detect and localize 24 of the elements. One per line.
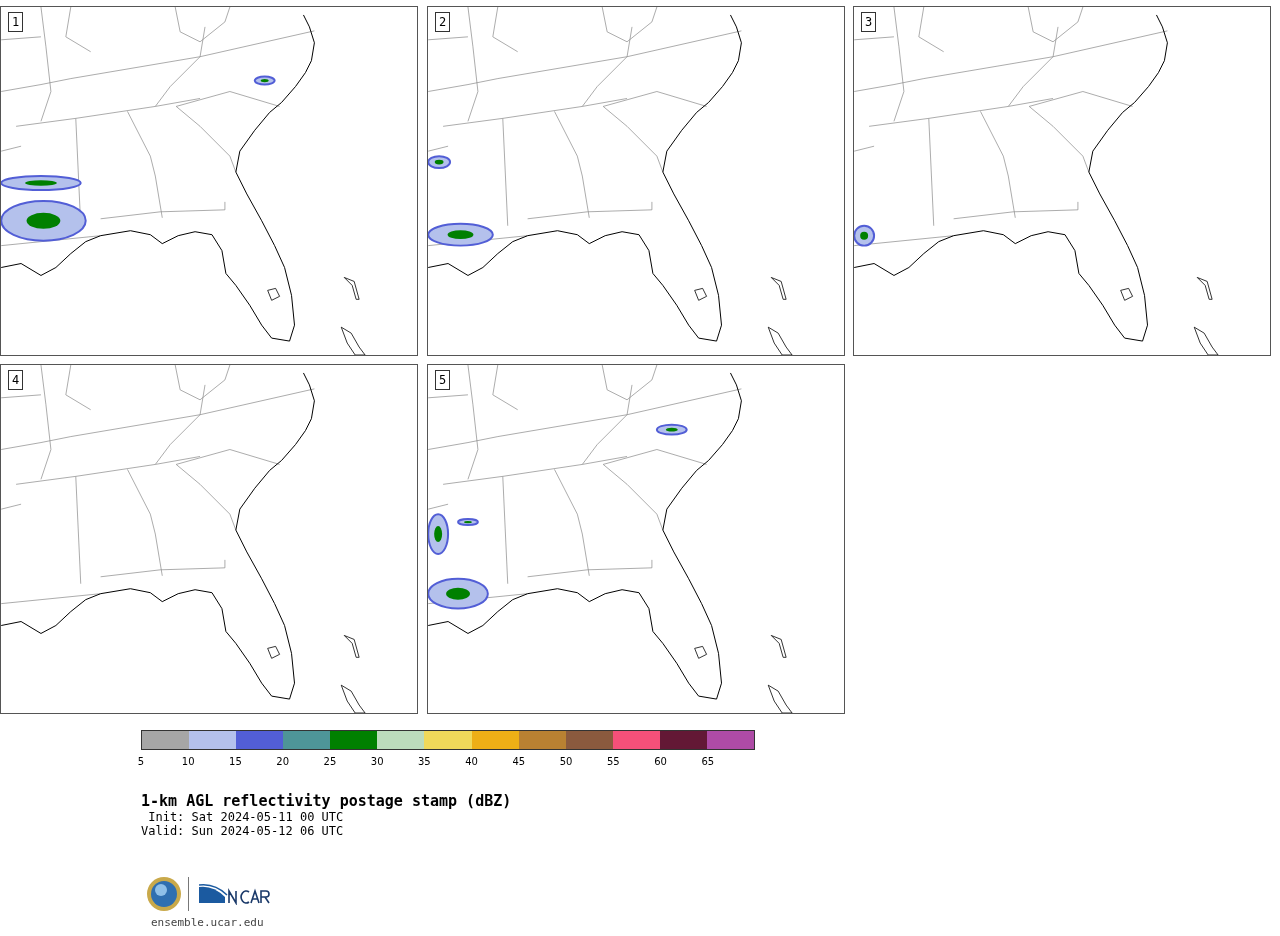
scale-tick-label: 35 bbox=[418, 756, 431, 767]
website-url: ensemble.ucar.edu bbox=[151, 916, 265, 929]
scale-tick-label: 30 bbox=[370, 756, 384, 767]
scale-tick-label: 50 bbox=[559, 756, 573, 767]
plot-title: 1-km AGL reflectivity postage stamp (dBZ) bbox=[141, 792, 513, 810]
panel-number: 2 bbox=[435, 12, 451, 32]
scale-tick-label: 55 bbox=[606, 756, 620, 767]
panel-number: 5 bbox=[435, 370, 451, 390]
scale-tick-label: 25 bbox=[323, 756, 337, 767]
scale-tick-label: 5 bbox=[137, 756, 145, 767]
panel-number: 3 bbox=[861, 12, 877, 32]
panel-number: 4 bbox=[8, 370, 24, 390]
ncar-logo-icon bbox=[199, 883, 273, 905]
scale-tick-label: 45 bbox=[512, 756, 526, 767]
init-time: Init: Sat 2024-05-11 00 UTC bbox=[147, 810, 345, 824]
scale-tick-label: 15 bbox=[229, 756, 242, 767]
valid-time: Valid: Sun 2024-05-12 06 UTC bbox=[141, 824, 345, 838]
scale-tick-label: 10 bbox=[181, 756, 195, 767]
scale-tick-label: 20 bbox=[276, 756, 290, 767]
nsf-logo-icon bbox=[146, 876, 182, 912]
scale-tick-label: 65 bbox=[701, 756, 715, 767]
scale-tick-label: 60 bbox=[654, 756, 667, 767]
scale-tick-label: 40 bbox=[465, 756, 478, 767]
panel-number: 1 bbox=[8, 12, 24, 32]
